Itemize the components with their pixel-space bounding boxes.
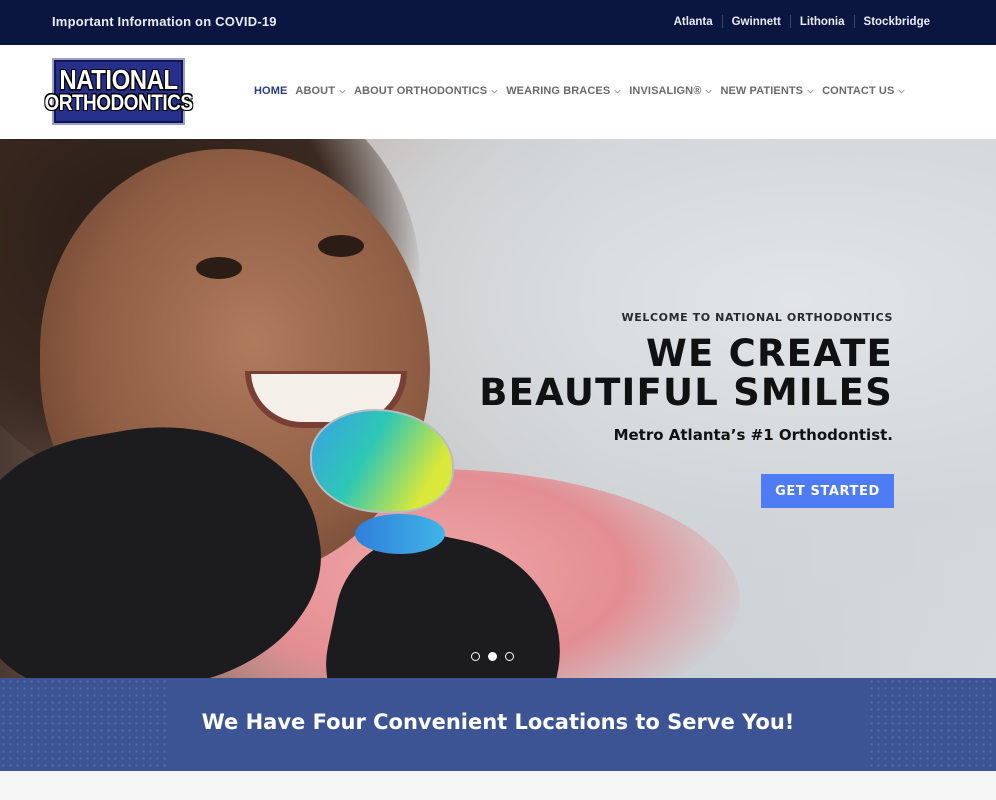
nav-label: ABOUT (295, 85, 336, 97)
nav-item-new-patients[interactable]: NEW PATIENTS (720, 85, 814, 97)
covid-info-link[interactable]: Important Information on COVID-19 (52, 14, 277, 29)
chevron-down-icon (614, 89, 621, 94)
nav-item-contact-us[interactable]: CONTACT US (822, 85, 906, 97)
hero-photo-retainer (355, 514, 445, 554)
chevron-down-icon (807, 89, 814, 94)
chevron-down-icon (339, 89, 346, 94)
nav-item-about-orthodontics[interactable]: ABOUT ORTHODONTICS (354, 85, 498, 97)
slider-dot-2[interactable] (488, 652, 497, 661)
nav-label: INVISALIGN® (629, 85, 702, 97)
hero-headline: WE CREATE BEAUTIFUL SMILES (479, 334, 893, 412)
nav-item-about[interactable]: ABOUT (295, 85, 346, 97)
chevron-down-icon (705, 89, 713, 94)
logo-line-2: ORTHODONTICS (44, 90, 193, 116)
locations-banner: We Have Four Convenient Locations to Ser… (0, 678, 996, 771)
locations-banner-title: We Have Four Convenient Locations to Ser… (201, 710, 795, 734)
hero-headline-line-2: BEAUTIFUL SMILES (479, 371, 893, 414)
hero-photo-eye (318, 235, 364, 257)
slider-dots (471, 652, 514, 661)
site-logo[interactable]: NATIONAL ORTHODONTICS (44, 58, 193, 125)
nav-label: ABOUT ORTHODONTICS (354, 85, 488, 97)
hero-eyebrow: WELCOME TO NATIONAL ORTHODONTICS (621, 311, 893, 324)
nav-item-wearing-braces[interactable]: WEARING BRACES (506, 85, 621, 97)
nav-label: CONTACT US (822, 85, 895, 97)
top-bar: Important Information on COVID-19 Atlant… (0, 0, 996, 45)
location-link-gwinnett[interactable]: Gwinnett (723, 16, 790, 28)
hero-headline-line-1: WE CREATE (646, 332, 893, 375)
logo-line-1: NATIONAL (59, 64, 178, 96)
nav-item-invisalign[interactable]: INVISALIGN® (629, 85, 713, 97)
chevron-down-icon (898, 89, 906, 94)
location-links: Atlanta Gwinnett Lithonia Stockbridge (665, 15, 939, 28)
nav-label: WEARING BRACES (506, 85, 611, 97)
slider-dot-1[interactable] (471, 652, 480, 661)
nav-label: HOME (254, 85, 288, 97)
hero-text: WELCOME TO NATIONAL ORTHODONTICS WE CREA… (479, 311, 893, 444)
hero-slider: WELCOME TO NATIONAL ORTHODONTICS WE CREA… (0, 139, 996, 678)
below-fold-section (0, 771, 996, 800)
location-link-lithonia[interactable]: Lithonia (791, 16, 854, 28)
slider-dot-3[interactable] (505, 652, 514, 661)
get-started-button[interactable]: GET STARTED (761, 474, 894, 508)
chevron-down-icon (491, 89, 498, 94)
location-link-stockbridge[interactable]: Stockbridge (855, 16, 939, 28)
main-nav: HOME ABOUT ABOUT ORTHODONTICS WEARING BR… (254, 85, 913, 97)
nav-item-home[interactable]: HOME (254, 85, 287, 97)
hero-subheadline: Metro Atlanta’s #1 Orthodontist. (613, 426, 893, 444)
site-header: NATIONAL ORTHODONTICS HOME ABOUT ABOUT O… (0, 45, 996, 140)
location-link-atlanta[interactable]: Atlanta (665, 16, 722, 28)
nav-label: NEW PATIENTS (720, 85, 804, 97)
hero-photo-eye (196, 257, 242, 279)
